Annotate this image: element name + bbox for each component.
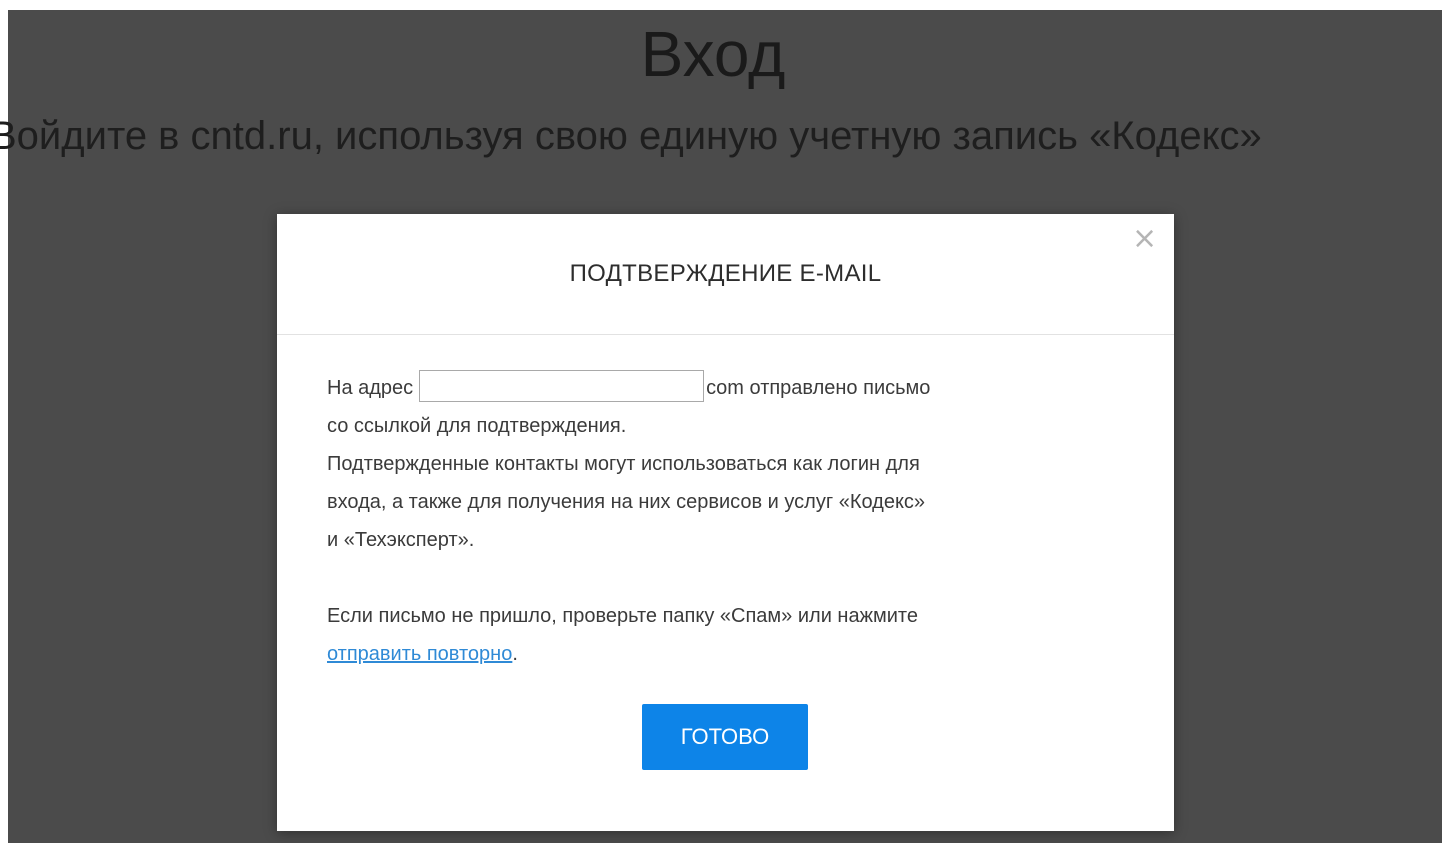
close-icon[interactable]: ×	[1132, 224, 1157, 254]
address-suffix: com отправлено письмо	[706, 377, 931, 399]
page-title: Вход	[640, 18, 786, 90]
body-text-line: Подтвержденные контакты могут использова…	[327, 453, 920, 475]
body-text-line: со ссылкой для подтверждения.	[327, 415, 627, 437]
page-subtitle: Войдите в cntd.ru, используя свою единую…	[0, 114, 1262, 158]
modal-body: На адрес com отправлено письмо со ссылкой…	[327, 369, 1127, 673]
resend-line: отправить повторно.	[327, 635, 1127, 673]
email-confirmation-dialog: × ПОДТВЕРЖДЕНИЕ E-MAIL На адрес com отпра…	[277, 214, 1174, 831]
modal-title: ПОДТВЕРЖДЕНИЕ E-MAIL	[569, 260, 882, 287]
done-button[interactable]: ГОТОВО	[642, 704, 808, 770]
address-prefix: На адрес	[327, 377, 414, 399]
body-text-line: входа, а также для получения на них серв…	[327, 491, 926, 513]
address-line: На адрес com отправлено письмо	[327, 369, 1127, 407]
resend-link[interactable]: отправить повторно	[327, 643, 512, 665]
resend-period: .	[512, 643, 518, 665]
spam-hint-line: Если письмо не пришло, проверьте папку «…	[327, 605, 918, 627]
email-address-field	[419, 369, 705, 402]
modal-header: ПОДТВЕРЖДЕНИЕ E-MAIL	[277, 214, 1174, 335]
body-text-line: и «Техэксперт».	[327, 529, 475, 551]
